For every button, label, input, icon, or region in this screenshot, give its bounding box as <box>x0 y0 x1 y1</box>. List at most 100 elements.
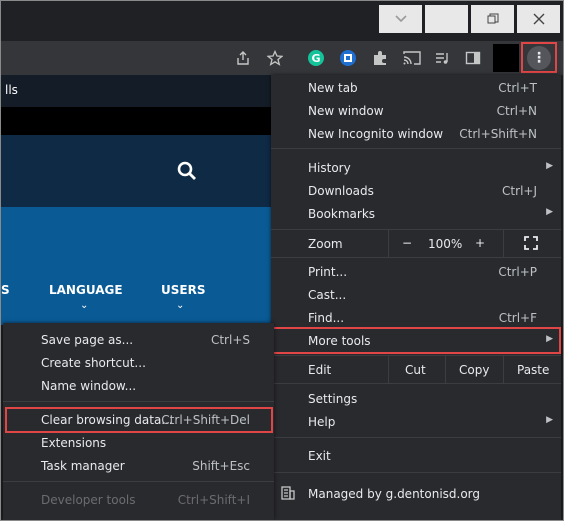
menu-item-shortcut: Shift+Esc <box>192 459 250 473</box>
menu-item-label: Extensions <box>41 436 107 450</box>
highlight-clear-browsing-data <box>5 407 273 433</box>
browser-window: G ⋮ lls S LANGUAGE ⌄ USERS ⌄ New tab Ctr… <box>0 0 564 521</box>
menu-item-shortcut: Ctrl+Shift+I <box>177 493 250 507</box>
menu-item-bookmarks[interactable]: Bookmarks ▶ <box>271 203 561 225</box>
menu-item-shortcut: Ctrl+T <box>498 81 537 95</box>
nav-item-language[interactable]: LANGUAGE <box>49 283 123 297</box>
zoom-level: 100% <box>428 237 463 251</box>
menu-item-exit[interactable]: Exit <box>271 445 561 467</box>
menu-item-history[interactable]: History ▶ <box>271 157 561 179</box>
submenu-arrow-icon: ▶ <box>546 161 553 171</box>
profile-avatar[interactable] <box>493 44 519 72</box>
menu-item-label: Cast... <box>308 288 347 302</box>
menu-divider <box>271 472 561 473</box>
minimize-button[interactable] <box>425 5 468 33</box>
close-icon <box>533 13 545 25</box>
menu-item-label: Create shortcut... <box>41 356 146 370</box>
menu-item-label: Help <box>308 415 336 429</box>
menu-item-label: Save page as... <box>41 333 134 347</box>
menu-item-shortcut: Ctrl+F <box>498 311 537 325</box>
site-black-strip <box>1 107 271 135</box>
menu-divider <box>3 481 274 482</box>
menu-item-label: Find... <box>308 311 345 325</box>
menu-item-label: Downloads <box>308 184 374 198</box>
browser-toolbar: G <box>1 41 563 75</box>
menu-item-zoom: Zoom − 100% + <box>271 230 561 257</box>
menu-item-label: Print... <box>308 265 348 279</box>
submenu-arrow-icon: ▶ <box>546 207 553 217</box>
highlight-more-tools <box>271 327 561 354</box>
chrome-menu-button[interactable]: ⋮ <box>521 42 557 73</box>
submenu-item-create-shortcut[interactable]: Create shortcut... <box>3 352 274 374</box>
submenu-arrow-icon: ▶ <box>546 415 553 425</box>
search-icon[interactable] <box>177 161 197 184</box>
zoom-in-button[interactable]: + <box>475 236 485 250</box>
menu-item-label: Task manager <box>41 459 125 473</box>
menu-divider <box>271 383 561 384</box>
chevron-down-icon: ⌄ <box>80 300 89 311</box>
site-nav-bar: S LANGUAGE ⌄ USERS ⌄ <box>1 207 271 325</box>
tab-search-button[interactable] <box>379 5 422 33</box>
menu-item-downloads[interactable]: Downloads Ctrl+J <box>271 180 561 202</box>
menu-item-label: Exit <box>308 449 331 463</box>
submenu-item-name-window[interactable]: Name window... <box>3 375 274 397</box>
menu-divider <box>271 257 561 258</box>
menu-item-label: Managed by g.dentonisd.org <box>308 487 481 501</box>
more-tools-submenu: Save page as... Ctrl+S Create shortcut..… <box>3 323 274 520</box>
menu-item-shortcut: Ctrl+J <box>502 184 537 198</box>
submenu-item-extensions[interactable]: Extensions <box>3 432 274 454</box>
menu-item-print[interactable]: Print... Ctrl+P <box>271 261 561 283</box>
menu-item-shortcut: Ctrl+S <box>210 333 250 347</box>
menu-item-label: Settings <box>308 392 358 406</box>
sidebar-icon[interactable] <box>464 49 482 67</box>
menu-divider <box>271 148 561 149</box>
menu-item-label: New window <box>308 104 384 118</box>
puzzle-icon[interactable] <box>371 49 389 67</box>
menu-item-label: History <box>308 161 351 175</box>
menu-item-label: New Incognito window <box>308 127 444 141</box>
submenu-item-developer-tools[interactable]: Developer tools Ctrl+Shift+I <box>3 489 274 511</box>
menu-item-shortcut: Ctrl+Shift+N <box>459 127 537 141</box>
menu-item-label: New tab <box>308 81 358 95</box>
menu-item-label: Bookmarks <box>308 207 376 221</box>
close-button[interactable] <box>517 5 560 33</box>
star-icon[interactable] <box>266 49 284 67</box>
svg-text:G: G <box>311 52 320 65</box>
chrome-main-menu: New tab Ctrl+T New window Ctrl+N New Inc… <box>271 75 561 520</box>
menu-item-label: Developer tools <box>41 493 136 507</box>
submenu-item-save-page[interactable]: Save page as... Ctrl+S <box>3 329 274 351</box>
site-header-strip: lls <box>1 75 271 107</box>
menu-item-settings[interactable]: Settings <box>271 388 561 410</box>
header-fragment: lls <box>5 83 18 97</box>
grammarly-icon[interactable]: G <box>307 49 325 67</box>
paste-button[interactable]: Paste <box>517 363 549 377</box>
menu-divider <box>271 437 561 438</box>
chevron-down-icon <box>394 14 408 24</box>
building-icon <box>281 486 295 503</box>
nav-fragment: S <box>1 283 10 297</box>
share-icon[interactable] <box>234 49 252 67</box>
restore-button[interactable] <box>471 5 514 33</box>
menu-item-new-window[interactable]: New window Ctrl+N <box>271 100 561 122</box>
kebab-icon: ⋮ <box>527 45 551 70</box>
extension-badge-icon[interactable] <box>339 49 357 67</box>
menu-item-new-tab[interactable]: New tab Ctrl+T <box>271 77 561 99</box>
zoom-out-button[interactable]: − <box>402 236 412 250</box>
menu-item-label: Edit <box>308 363 332 377</box>
menu-item-shortcut: Ctrl+P <box>498 265 537 279</box>
title-bar <box>1 1 563 35</box>
menu-item-managed[interactable]: Managed by g.dentonisd.org <box>271 483 561 505</box>
cut-button[interactable]: Cut <box>405 363 426 377</box>
cast-icon[interactable] <box>403 49 421 67</box>
menu-item-help[interactable]: Help ▶ <box>271 411 561 433</box>
menu-item-label: Zoom <box>308 237 343 251</box>
nav-item-users[interactable]: USERS <box>161 283 205 297</box>
fullscreen-icon[interactable] <box>524 236 538 253</box>
menu-item-find[interactable]: Find... Ctrl+F <box>271 307 561 329</box>
copy-button[interactable]: Copy <box>459 363 489 377</box>
menu-item-cast[interactable]: Cast... <box>271 284 561 306</box>
menu-item-new-incognito[interactable]: New Incognito window Ctrl+Shift+N <box>271 123 561 145</box>
submenu-item-task-manager[interactable]: Task manager Shift+Esc <box>3 455 274 477</box>
chevron-down-icon: ⌄ <box>176 300 185 311</box>
media-icon[interactable] <box>433 49 451 67</box>
